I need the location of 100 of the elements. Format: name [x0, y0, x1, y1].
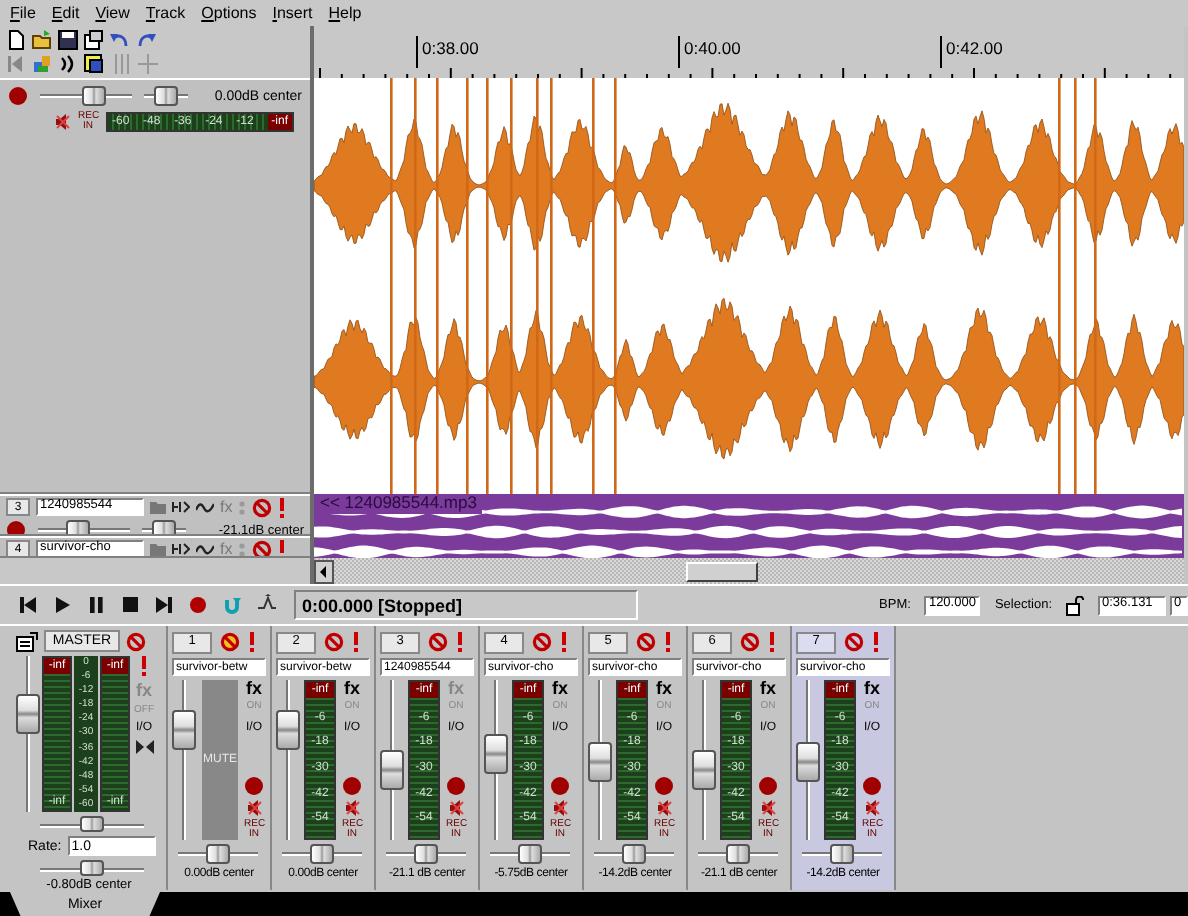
- menu-item[interactable]: File: [6, 4, 48, 22]
- save-as-icon[interactable]: [84, 30, 104, 50]
- menu-item[interactable]: Edit: [47, 4, 92, 22]
- fader-thumb[interactable]: [16, 693, 40, 734]
- mute-button[interactable]: [252, 497, 273, 517]
- slider-thumb[interactable]: [82, 86, 107, 106]
- mute-button[interactable]: [844, 632, 864, 652]
- solo-exclamation-icon[interactable]: [278, 539, 287, 556]
- envelope-icon[interactable]: [196, 500, 214, 514]
- save-icon[interactable]: [58, 30, 78, 50]
- solo-exclamation-icon[interactable]: [456, 632, 464, 652]
- fader-thumb[interactable]: [276, 710, 300, 750]
- scrollbar-thumb[interactable]: [686, 561, 758, 581]
- menu-item[interactable]: Help: [324, 4, 374, 22]
- solo-exclamation-icon[interactable]: [560, 632, 568, 652]
- volume-fader[interactable]: [380, 680, 404, 840]
- record-arm-button[interactable]: [862, 776, 882, 796]
- scroll-left-button[interactable]: [314, 559, 334, 583]
- record-arm-button[interactable]: [244, 776, 264, 796]
- lock-icon[interactable]: [1066, 595, 1084, 615]
- slider-thumb[interactable]: [65, 520, 90, 534]
- record-arm-button[interactable]: [8, 86, 28, 106]
- slider-thumb[interactable]: [414, 844, 438, 864]
- slider-thumb[interactable]: [80, 860, 104, 876]
- record-arm-button[interactable]: [758, 776, 778, 796]
- redo-icon[interactable]: [136, 30, 156, 50]
- slider-thumb[interactable]: [518, 844, 542, 864]
- mute-button[interactable]: [220, 632, 240, 652]
- fx-button[interactable]: fx: [655, 680, 672, 698]
- fader-thumb[interactable]: [172, 710, 196, 750]
- slider-thumb[interactable]: [830, 844, 854, 864]
- window-icon[interactable]: [84, 54, 106, 74]
- speaker-icon[interactable]: [657, 800, 671, 816]
- open-folder-icon[interactable]: [32, 30, 52, 50]
- menu-item[interactable]: View: [91, 4, 142, 22]
- fx-button[interactable]: fx: [759, 680, 776, 698]
- fx-button[interactable]: fx: [863, 680, 880, 698]
- volume-fader[interactable]: [172, 680, 196, 840]
- mute-button[interactable]: [126, 631, 146, 651]
- fader-thumb[interactable]: [484, 734, 508, 774]
- routing-icon[interactable]: [16, 631, 38, 651]
- record-arm-button[interactable]: [654, 776, 674, 796]
- fx-button[interactable]: fx: [551, 680, 568, 698]
- stereo-width-icon[interactable]: [135, 740, 153, 754]
- solo-exclamation-icon[interactable]: [278, 497, 287, 517]
- fader-thumb[interactable]: [796, 742, 820, 783]
- solo-exclamation-icon[interactable]: [872, 632, 880, 652]
- routing-icon[interactable]: [172, 542, 190, 556]
- menu-item[interactable]: Insert: [268, 4, 325, 22]
- sound-waves-icon[interactable]: [58, 54, 78, 74]
- slider-thumb[interactable]: [622, 844, 646, 864]
- record-arm-button[interactable]: [342, 776, 362, 796]
- menu-item[interactable]: Track: [141, 4, 198, 22]
- go-to-end-button[interactable]: [154, 594, 174, 616]
- horizontal-scrollbar[interactable]: [314, 558, 1184, 584]
- solo-exclamation-icon[interactable]: [664, 632, 672, 652]
- speaker-icon[interactable]: [761, 800, 775, 816]
- volume-fader[interactable]: [588, 680, 612, 840]
- slider-thumb[interactable]: [152, 520, 176, 534]
- record-arm-button[interactable]: [446, 776, 466, 796]
- routing-icon[interactable]: [172, 500, 190, 514]
- fader-thumb[interactable]: [588, 742, 612, 783]
- record-arm-button[interactable]: [6, 520, 26, 534]
- fx-button[interactable]: fx: [343, 680, 360, 698]
- volume-fader[interactable]: [276, 680, 300, 840]
- solo-exclamation-icon[interactable]: [768, 632, 776, 652]
- envelope-icon[interactable]: [196, 542, 214, 556]
- solo-exclamation-icon[interactable]: [352, 632, 360, 652]
- speaker-icon[interactable]: [56, 114, 70, 130]
- colored-blocks-icon[interactable]: [32, 54, 52, 74]
- mute-button[interactable]: [740, 632, 760, 652]
- slider-thumb[interactable]: [80, 816, 104, 832]
- speaker-icon[interactable]: [345, 800, 359, 816]
- fader-thumb[interactable]: [380, 749, 404, 790]
- mute-button[interactable]: [532, 632, 552, 652]
- slider-thumb[interactable]: [726, 844, 750, 864]
- mute-button[interactable]: [428, 632, 448, 652]
- mute-button[interactable]: [252, 539, 273, 556]
- fader-thumb[interactable]: [692, 749, 716, 790]
- slider-thumb[interactable]: [206, 844, 230, 864]
- speaker-icon[interactable]: [247, 800, 261, 816]
- solo-exclamation-icon[interactable]: [248, 632, 256, 652]
- new-document-icon[interactable]: [6, 30, 26, 50]
- speaker-icon[interactable]: [553, 800, 567, 816]
- go-to-start-button[interactable]: [18, 594, 38, 616]
- record-arm-button[interactable]: [550, 776, 570, 796]
- play-button[interactable]: [52, 594, 72, 616]
- mute-button[interactable]: [324, 632, 344, 652]
- slider-thumb[interactable]: [310, 844, 334, 864]
- fx-button[interactable]: fx: [245, 680, 262, 698]
- undo-icon[interactable]: [110, 30, 130, 50]
- menu-item[interactable]: Options: [197, 4, 269, 22]
- volume-fader[interactable]: [484, 680, 508, 840]
- record-button[interactable]: [188, 594, 208, 616]
- stop-button[interactable]: [120, 594, 140, 616]
- solo-exclamation-icon[interactable]: [140, 656, 148, 676]
- slider-thumb[interactable]: [154, 86, 178, 106]
- mute-button[interactable]: [636, 632, 656, 652]
- speaker-icon[interactable]: [865, 800, 879, 816]
- volume-fader[interactable]: [796, 680, 820, 840]
